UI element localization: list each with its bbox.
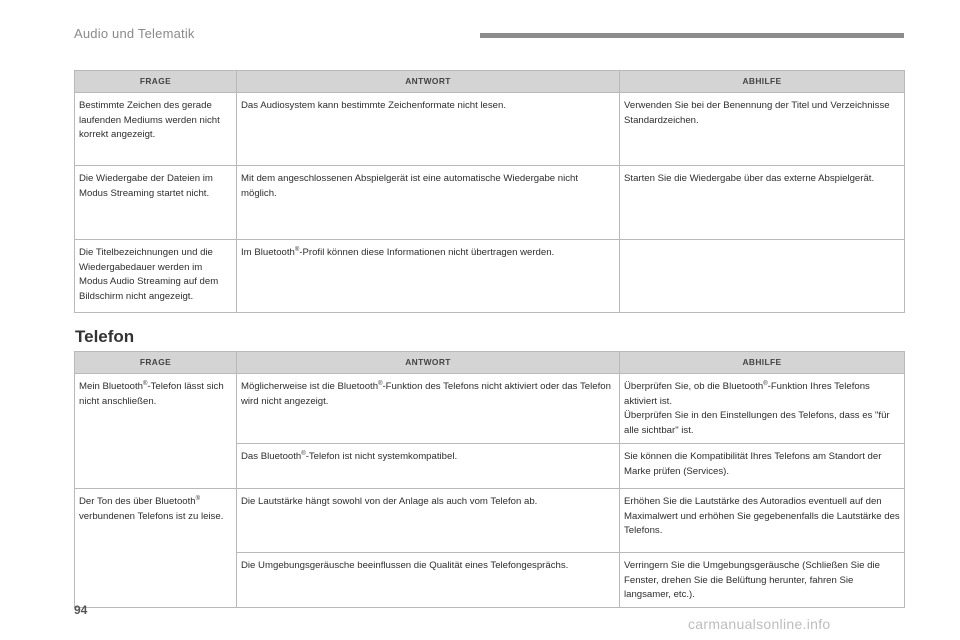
table-row: Der Ton des über Bluetooth® verbundenen … xyxy=(74,488,905,608)
frage-text: verbundenen Telefons ist zu leise. xyxy=(79,510,224,522)
abhilfe-cell: Sie können die Kompatibilität Ihres Tele… xyxy=(619,443,905,489)
antwort-text: Im Bluetooth xyxy=(241,247,295,258)
frage-cell: Die Wiedergabe der Dateien im Modus Stre… xyxy=(74,165,237,240)
header-title: Audio und Telematik xyxy=(74,26,195,41)
table-row: Die Wiedergabe der Dateien im Modus Stre… xyxy=(74,165,905,240)
antwort-text: -Profil können diese Informationen nicht… xyxy=(299,247,555,258)
antwort-text: Möglicherweise ist die Bluetooth xyxy=(241,381,379,392)
header-bar xyxy=(480,33,904,38)
frage-text: Der Ton des über Bluetooth xyxy=(79,496,196,507)
abhilfe-cell: Verwenden Sie bei der Benennung der Tite… xyxy=(619,92,905,166)
column-header-frage: FRAGE xyxy=(74,351,237,374)
frage-cell: Der Ton des über Bluetooth® verbundenen … xyxy=(74,488,237,608)
abhilfe-cell: Erhöhen Sie die Lautstärke des Autoradio… xyxy=(619,488,905,553)
table-row: Die Titelbezeichnungen und die Wiedergab… xyxy=(74,239,905,313)
frage-text: Mein Bluetooth xyxy=(79,381,143,392)
antwort-cell: Das Audiosystem kann bestimmte Zeichenfo… xyxy=(236,92,620,166)
frage-cell: Mein Bluetooth®-Telefon lässt sich nicht… xyxy=(74,373,237,489)
frage-cell: Die Titelbezeichnungen und die Wiedergab… xyxy=(74,239,237,313)
abhilfe-text: Überprüfen Sie in den Einstellungen des … xyxy=(624,410,890,436)
abhilfe-cell xyxy=(619,239,905,313)
abhilfe-text: Überprüfen Sie, ob die Bluetooth xyxy=(624,381,764,392)
antwort-text: -Telefon ist nicht systemkompatibel. xyxy=(305,451,458,462)
abhilfe-cell: Verringern Sie die Umgebungsgeräusche (S… xyxy=(619,552,905,608)
table-row: Mein Bluetooth®-Telefon lässt sich nicht… xyxy=(74,373,905,489)
table-row: Bestimmte Zeichen des gerade laufenden M… xyxy=(74,92,905,166)
antwort-cell: Mit dem angeschlossenen Abspielgerät ist… xyxy=(236,165,620,240)
column-header-frage: FRAGE xyxy=(74,70,237,93)
antwort-text: Das Bluetooth xyxy=(241,451,302,462)
antwort-cell: Die Lautstärke hängt sowohl von der Anla… xyxy=(236,488,620,553)
page-number: 94 xyxy=(74,603,88,617)
table-header-row: FRAGE ANTWORT ABHILFE xyxy=(74,70,905,93)
antwort-cell: Das Bluetooth®-Telefon ist nicht systemk… xyxy=(236,443,620,489)
column-header-antwort: ANTWORT xyxy=(236,70,620,93)
section-title-telefon: Telefon xyxy=(75,327,135,346)
antwort-cell: Im Bluetooth®-Profil können diese Inform… xyxy=(236,239,620,313)
column-header-antwort: ANTWORT xyxy=(236,351,620,374)
telefon-faq-table: FRAGE ANTWORT ABHILFE Mein Bluetooth®-Te… xyxy=(74,351,905,608)
antwort-cell: Die Umgebungsgeräusche beeinflussen die … xyxy=(236,552,620,608)
antwort-cell: Möglicherweise ist die Bluetooth®-Funkti… xyxy=(236,373,620,444)
registered-mark: ® xyxy=(195,495,201,502)
abhilfe-cell: Überprüfen Sie, ob die Bluetooth®-Funkti… xyxy=(619,373,905,444)
audio-faq-table: FRAGE ANTWORT ABHILFE Bestimmte Zeichen … xyxy=(74,70,905,313)
column-header-abhilfe: ABHILFE xyxy=(619,70,905,93)
abhilfe-cell: Starten Sie die Wiedergabe über das exte… xyxy=(619,165,905,240)
table-header-row: FRAGE ANTWORT ABHILFE xyxy=(74,351,905,374)
watermark: carmanualsonline.info xyxy=(688,616,831,632)
frage-cell: Bestimmte Zeichen des gerade laufenden M… xyxy=(74,92,237,166)
column-header-abhilfe: ABHILFE xyxy=(619,351,905,374)
